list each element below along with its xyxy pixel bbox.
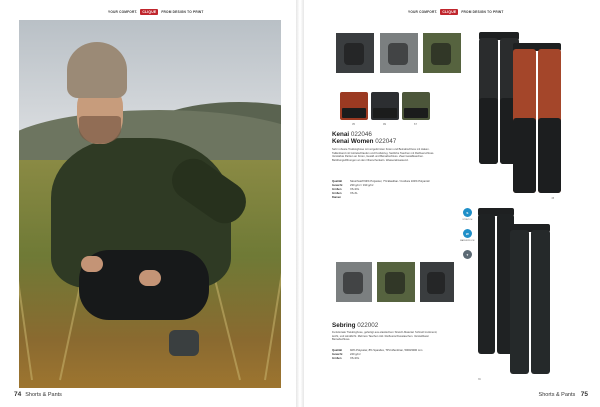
page-number-right: Shorts & Pants 75	[539, 391, 588, 398]
color-swatch-olive[interactable]	[402, 92, 430, 120]
product-code: 022002	[357, 322, 379, 329]
pant-leg	[478, 214, 495, 354]
spec-value: XS-XL	[350, 192, 358, 195]
header-tagline: YOUR COMFORT.	[108, 10, 138, 14]
spec-row: Größen Damen XS-XL	[332, 192, 442, 200]
pant-leg	[479, 38, 498, 164]
model-hand	[81, 256, 103, 272]
spec-key: Größen	[332, 357, 342, 360]
pant-label: 39	[478, 378, 481, 381]
book-gutter	[296, 0, 304, 407]
header-brand-right: YOUR COMFORT. CLIQUE FROM DESIGN TO PRIN…	[408, 9, 504, 15]
hero-photo	[19, 20, 281, 388]
spec-table-kenai: Qualität Stretchstoff 93% Polyester, 7% E…	[332, 180, 442, 200]
spec-row: Größen XS-3XL	[332, 357, 442, 361]
badge-caption: WATERPROOF	[460, 240, 475, 242]
detail-photo-hem	[420, 262, 454, 302]
swatch-code: 67	[414, 123, 417, 126]
brand-logo: CLIQUE	[440, 9, 459, 15]
knee-panel	[479, 98, 498, 164]
detail-photo-hem	[380, 33, 418, 73]
page-number: 74	[14, 391, 22, 398]
pant-leg	[510, 230, 529, 374]
stretch-icon: S	[462, 208, 472, 217]
color-swatch-rust[interactable]	[340, 92, 368, 120]
model-hand	[139, 270, 161, 286]
product-title-sebring: Sebring 022002	[332, 322, 378, 329]
model-boot	[169, 330, 199, 356]
left-page: YOUR COMFORT. CLIQUE FROM DESIGN TO PRIN…	[0, 0, 296, 407]
detail-photo-pocket	[336, 33, 374, 73]
product-name-women: Kenai Women	[332, 138, 374, 146]
right-page: YOUR COMFORT. CLIQUE FROM DESIGN TO PRIN…	[304, 0, 600, 407]
detail-photo-pocket	[377, 262, 415, 302]
header-tagline: YOUR COMFORT.	[408, 10, 438, 14]
swatch-code: 35	[352, 123, 355, 126]
pant-label: 38	[551, 197, 555, 200]
header-brand-left: YOUR COMFORT. CLIQUE FROM DESIGN TO PRIN…	[108, 9, 204, 15]
product-name: Sebring	[332, 322, 356, 329]
water-icon: W	[462, 229, 472, 238]
knee-panel	[538, 118, 561, 193]
knee-panel	[513, 118, 536, 193]
model-beanie	[67, 42, 127, 98]
model-beard	[79, 116, 121, 144]
pant-leg	[513, 49, 536, 193]
header-tagline-2: FROM DESIGN TO PRINT	[161, 10, 204, 14]
badge-caption: STRETCH	[462, 219, 473, 221]
section-name: Shorts & Pants	[538, 392, 576, 398]
brand-logo: CLIQUE	[140, 9, 159, 15]
product-name: Kenai	[332, 131, 350, 138]
product-description: Sehr robuste Trekkinghose mit vorgeformt…	[332, 148, 435, 162]
section-name: Shorts & Pants	[25, 392, 62, 398]
page-number: 75	[580, 391, 588, 398]
product-code: 022046	[350, 131, 372, 138]
spec-table-sebring: Qualität 92% Polyester, 8% Spandex, TPU-M…	[332, 349, 442, 361]
spec-key: Größen Damen	[332, 192, 342, 199]
swatch-code: 99	[383, 123, 386, 126]
color-swatch-black[interactable]	[371, 92, 399, 120]
product-description: Funktionale Trekkinghose, gefertigt aus …	[332, 331, 438, 341]
pants-sebring-women[interactable]: 39	[478, 224, 550, 381]
pants-kenai-rust[interactable]: 38	[513, 43, 561, 200]
spec-value: XS-3XL	[350, 357, 360, 360]
product-code-women: 022047	[375, 138, 397, 146]
page-number-left: 74 Shorts & Pants	[14, 391, 62, 398]
color-swatches	[340, 92, 430, 120]
pants-sebring-men[interactable]	[478, 208, 514, 354]
detail-photo-legs	[336, 262, 372, 302]
pant-leg	[538, 49, 561, 193]
feature-badges: S STRETCH W WATERPROOF ✦	[460, 208, 475, 259]
detail-photo-zip	[423, 33, 461, 73]
product-title-kenai: Kenai 022046 Kenai Women 022047	[332, 131, 396, 146]
header-tagline-2: FROM DESIGN TO PRINT	[461, 10, 504, 14]
pant-leg	[531, 230, 550, 374]
wind-icon: ✦	[462, 250, 472, 259]
